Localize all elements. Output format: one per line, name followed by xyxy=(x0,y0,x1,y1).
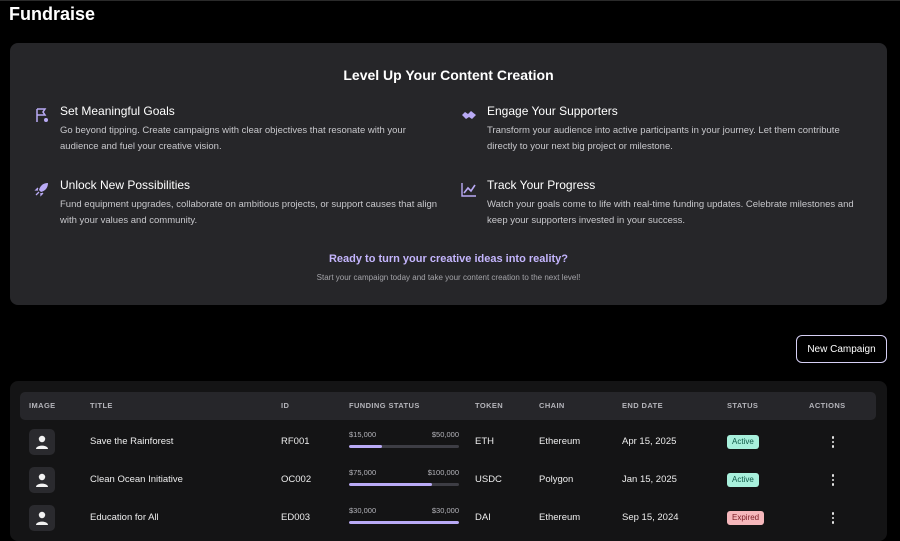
progress-track xyxy=(349,521,459,524)
table-row[interactable]: Save the Rainforest RF001 $15,000 $50,00… xyxy=(20,423,876,461)
funding-status: $15,000 $50,000 xyxy=(349,430,459,454)
token: USDC xyxy=(475,474,502,485)
feature-description: Go beyond tipping. Create campaigns with… xyxy=(60,125,406,152)
end-date: Sep 15, 2024 xyxy=(622,512,679,523)
more-actions-icon[interactable] xyxy=(828,435,838,449)
header-chain: CHAIN xyxy=(539,401,565,410)
more-actions-icon[interactable] xyxy=(828,511,838,525)
progress-fill xyxy=(349,521,459,524)
campaign-image xyxy=(29,505,55,531)
goal-flag-icon xyxy=(33,106,51,124)
user-icon xyxy=(36,511,48,525)
status-badge: Expired xyxy=(727,511,765,525)
handshake-icon xyxy=(460,106,478,124)
chain: Ethereum xyxy=(539,436,581,447)
feature-description: Watch your goals come to life with real-… xyxy=(487,199,854,226)
feature-title: Engage Your Supporters xyxy=(487,104,618,118)
trend-chart-icon xyxy=(460,180,478,198)
header-title: TITLE xyxy=(90,401,113,410)
header-token: TOKEN xyxy=(475,401,504,410)
amount-raised: $15,000 xyxy=(349,430,377,439)
chain: Polygon xyxy=(539,474,574,485)
feature-title: Set Meaningful Goals xyxy=(60,104,175,118)
campaign-title: Save the Rainforest xyxy=(90,436,174,447)
funding-status: $30,000 $30,000 xyxy=(349,506,459,530)
campaign-id: ED003 xyxy=(281,512,311,523)
progress-track xyxy=(349,483,459,486)
table-row[interactable]: Clean Ocean Initiative OC002 $75,000 $10… xyxy=(20,461,876,499)
status-badge: Active xyxy=(727,473,759,487)
feature-title: Unlock New Possibilities xyxy=(60,178,191,192)
token: DAI xyxy=(475,512,491,523)
campaign-title: Clean Ocean Initiative xyxy=(90,474,183,485)
cta-subtitle: Start your campaign today and take your … xyxy=(316,273,581,282)
rocket-icon xyxy=(33,180,51,198)
header-id: ID xyxy=(281,401,290,410)
feature-description: Transform your audience into active part… xyxy=(487,125,840,152)
progress-fill xyxy=(349,445,382,448)
progress-fill xyxy=(349,483,432,486)
campaign-id: OC002 xyxy=(281,474,312,485)
token: ETH xyxy=(475,436,494,447)
user-icon xyxy=(36,435,48,449)
campaign-image xyxy=(29,467,55,493)
header-funding-status: FUNDING STATUS xyxy=(349,401,420,410)
campaign-title: Education for All xyxy=(90,512,159,523)
chain: Ethereum xyxy=(539,512,581,523)
funding-goal: $30,000 xyxy=(431,506,459,515)
amount-raised: $30,000 xyxy=(349,506,377,515)
campaign-id: RF001 xyxy=(281,436,310,447)
table-row[interactable]: Education for All ED003 $30,000 $30,000 … xyxy=(20,499,876,537)
promo-title: Level Up Your Content Creation xyxy=(343,67,554,83)
header-image: IMAGE xyxy=(29,401,56,410)
header-status: STATUS xyxy=(727,401,759,410)
funding-status: $75,000 $100,000 xyxy=(349,468,459,492)
more-actions-icon[interactable] xyxy=(828,473,838,487)
amount-raised: $75,000 xyxy=(349,468,377,477)
funding-goal: $50,000 xyxy=(431,430,459,439)
end-date: Jan 15, 2025 xyxy=(622,474,677,485)
feature-title: Track Your Progress xyxy=(487,178,596,192)
campaign-image xyxy=(29,429,55,455)
funding-goal: $100,000 xyxy=(427,468,459,477)
feature-description: Fund equipment upgrades, collaborate on … xyxy=(60,199,438,226)
status-badge: Active xyxy=(727,435,759,449)
end-date: Apr 15, 2025 xyxy=(622,436,677,447)
header-actions: ACTIONS xyxy=(809,401,846,410)
promo-panel: Level Up Your Content Creation Set Meani… xyxy=(10,43,887,305)
new-campaign-button[interactable]: New Campaign xyxy=(796,335,887,363)
page-title: Fundraise xyxy=(9,4,96,24)
table-header: IMAGE TITLE ID FUNDING STATUS TOKEN CHAI… xyxy=(20,392,876,420)
campaigns-table: IMAGE TITLE ID FUNDING STATUS TOKEN CHAI… xyxy=(10,381,887,541)
progress-track xyxy=(349,445,459,448)
user-icon xyxy=(36,473,48,487)
cta-title: Ready to turn your creative ideas into r… xyxy=(328,253,568,265)
top-divider xyxy=(0,0,900,1)
header-end-date: END DATE xyxy=(622,401,663,410)
